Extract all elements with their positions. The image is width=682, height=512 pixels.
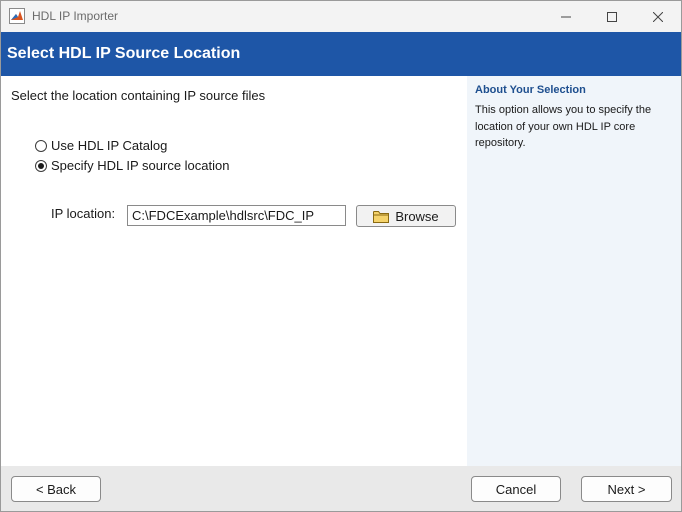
minimize-button[interactable] bbox=[543, 1, 589, 32]
matlab-app-icon bbox=[9, 8, 25, 24]
help-text: This option allows you to specify the lo… bbox=[475, 104, 652, 149]
cancel-button[interactable]: Cancel bbox=[471, 476, 561, 502]
ip-location-input[interactable] bbox=[127, 205, 346, 226]
title-bar: HDL IP Importer bbox=[1, 1, 681, 32]
instruction-text: Select the location containing IP source… bbox=[11, 88, 266, 103]
radio-specify-location[interactable] bbox=[35, 159, 47, 172]
option-label-specify-location: Specify HDL IP source location bbox=[51, 158, 230, 173]
maximize-button[interactable] bbox=[589, 1, 635, 32]
folder-icon bbox=[373, 210, 390, 223]
page-title: Select HDL IP Source Location bbox=[7, 45, 241, 62]
option-label-use-catalog: Use HDL IP Catalog bbox=[51, 138, 168, 153]
back-button[interactable]: < Back bbox=[11, 476, 101, 502]
maximize-icon bbox=[607, 11, 617, 22]
header-banner: Select HDL IP Source Location bbox=[1, 32, 681, 76]
browse-label: Browse bbox=[395, 208, 439, 224]
browse-button[interactable]: Browse bbox=[356, 205, 456, 227]
ip-location-label: IP location: bbox=[51, 206, 116, 221]
main-panel: Select the location containing IP source… bbox=[1, 76, 467, 466]
help-panel: About Your Selection This option allows … bbox=[467, 76, 681, 466]
help-title: About Your Selection bbox=[475, 84, 586, 96]
close-icon bbox=[653, 11, 663, 22]
option-specify-location[interactable]: Specify HDL IP source location bbox=[35, 158, 229, 173]
minimize-icon bbox=[561, 16, 571, 17]
next-button[interactable]: Next > bbox=[581, 476, 672, 502]
window-title: HDL IP Importer bbox=[32, 9, 119, 23]
radio-use-catalog[interactable] bbox=[35, 139, 47, 152]
close-button[interactable] bbox=[635, 1, 681, 32]
footer-bar: < Back Cancel Next > bbox=[1, 466, 681, 511]
option-use-catalog[interactable]: Use HDL IP Catalog bbox=[35, 138, 167, 153]
hdl-ip-importer-window: HDL IP Importer Select HDL IP Source Loc… bbox=[0, 0, 682, 512]
